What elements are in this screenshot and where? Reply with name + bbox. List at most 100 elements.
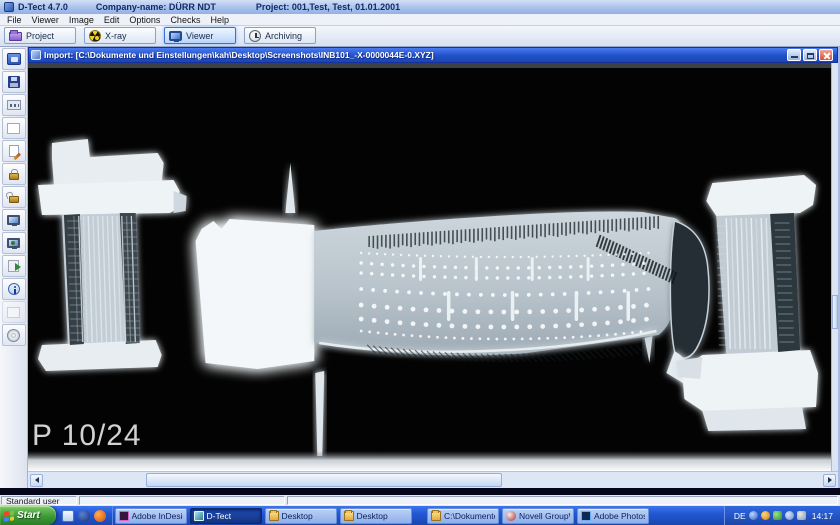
- tray-icon-4[interactable]: [785, 511, 794, 520]
- project-folder-icon: [9, 32, 22, 41]
- monitor-user-icon: [7, 238, 20, 248]
- menu-help[interactable]: Help: [205, 15, 234, 25]
- main-area: Import: [C:\Dokumente und Einstellungen\…: [0, 47, 840, 488]
- windows-taskbar: Start Adobe InDesign CS3 D-Tect Desktop …: [0, 506, 840, 525]
- toolbar-button-info[interactable]: [2, 278, 26, 300]
- tab-archiving[interactable]: Archiving: [244, 27, 316, 44]
- left-toolbar: [0, 47, 28, 488]
- menu-options[interactable]: Options: [124, 15, 165, 25]
- browser-icon[interactable]: [94, 510, 106, 522]
- vertical-scrollbar[interactable]: [831, 63, 838, 471]
- language-indicator[interactable]: DE: [734, 511, 746, 521]
- viewer-monitor-icon: [169, 31, 182, 41]
- app-title: D-Tect 4.7.0: [18, 2, 68, 12]
- groupwise-icon: [506, 511, 516, 521]
- radiation-icon: [89, 30, 101, 42]
- status-user-cell: Standard user: [1, 496, 77, 505]
- toolbar-button-send[interactable]: [2, 255, 26, 277]
- import-window-title-bar[interactable]: Import: [C:\Dokumente und Einstellungen\…: [28, 47, 838, 63]
- unlock-icon: [9, 196, 19, 203]
- taskbar-button-indesign[interactable]: Adobe InDesign CS3: [115, 508, 187, 524]
- taskbar-button-desktop-2[interactable]: Desktop: [340, 508, 412, 524]
- menu-viewer[interactable]: Viewer: [27, 15, 64, 25]
- start-button[interactable]: Start: [0, 506, 56, 525]
- taskbar-button-dokumente[interactable]: C:\Dokumente und Ei...: [427, 508, 499, 524]
- archiving-clock-icon: [249, 30, 261, 42]
- messenger-icon[interactable]: [78, 510, 90, 522]
- toolbar-button-blank-frame[interactable]: [2, 117, 26, 139]
- quick-launch-bar: [56, 506, 113, 525]
- import-image-icon: [7, 53, 21, 65]
- status-user-label: Standard user: [6, 496, 59, 506]
- close-icon[interactable]: [819, 49, 833, 61]
- toolbar-button-import-image[interactable]: [2, 48, 26, 70]
- tab-project-label: Project: [26, 31, 54, 41]
- tray-icon-1[interactable]: [749, 511, 758, 520]
- film-bottom-edge: [28, 451, 831, 471]
- menu-edit[interactable]: Edit: [99, 15, 125, 25]
- scroll-left-arrow-icon[interactable]: [30, 474, 43, 487]
- menu-image[interactable]: Image: [64, 15, 99, 25]
- company-name-label: Company-name: DÜRR NDT: [96, 2, 216, 12]
- menu-file[interactable]: File: [2, 15, 27, 25]
- window-bottom-border: [0, 488, 840, 495]
- tab-viewer[interactable]: Viewer: [164, 27, 236, 44]
- taskbar-button-groupwise[interactable]: Novell GroupWise - N...: [502, 508, 574, 524]
- import-window-title: Import: [C:\Dokumente und Einstellungen\…: [44, 50, 784, 60]
- send-icon: [8, 260, 19, 272]
- taskbar-button-desktop-1[interactable]: Desktop: [265, 508, 337, 524]
- toolbar-button-save[interactable]: [2, 71, 26, 93]
- tab-archiving-label: Archiving: [265, 31, 302, 41]
- menu-checks[interactable]: Checks: [165, 15, 205, 25]
- title-bar: D-Tect 4.7.0 Company-name: DÜRR NDT Proj…: [0, 0, 840, 14]
- system-tray: DE 14:17: [724, 506, 840, 525]
- horizontal-scrollbar-thumb[interactable]: [146, 473, 502, 487]
- vertical-scrollbar-thumb[interactable]: [832, 295, 838, 329]
- save-icon: [8, 76, 20, 88]
- monitor-icon: [7, 215, 20, 225]
- dtect-application-window: D-Tect 4.7.0 Company-name: DÜRR NDT Proj…: [0, 0, 840, 525]
- status-bar: Standard user: [0, 495, 840, 506]
- toolbar-button-disabled: [2, 301, 26, 323]
- dtect-icon: [194, 511, 204, 521]
- toolbar-button-lock[interactable]: [2, 163, 26, 185]
- indesign-icon: [119, 511, 129, 521]
- menu-bar: File Viewer Image Edit Options Checks He…: [0, 14, 840, 26]
- folder-icon: [269, 511, 279, 521]
- start-button-label: Start: [17, 510, 40, 521]
- taskbar-button-photoshop[interactable]: Adobe Photoshop CS...: [577, 508, 649, 524]
- status-cell-2: [79, 496, 285, 505]
- scroll-right-arrow-icon[interactable]: [823, 474, 836, 487]
- import-window-icon: [31, 50, 41, 60]
- tray-icon-3[interactable]: [773, 511, 782, 520]
- tab-xray[interactable]: X-ray: [84, 27, 156, 44]
- project-label: Project: 001,Test, Test, 01.01.2001: [256, 2, 400, 12]
- toolbar-button-monitor[interactable]: [2, 209, 26, 231]
- tab-project[interactable]: Project: [4, 27, 76, 44]
- xray-image-canvas[interactable]: P 10/24: [28, 63, 831, 471]
- restore-icon[interactable]: [803, 49, 817, 61]
- exposure-counter-overlay: P 10/24: [32, 419, 142, 452]
- tab-xray-label: X-ray: [105, 31, 127, 41]
- minimize-icon[interactable]: [787, 49, 801, 61]
- disabled-icon: [7, 307, 20, 318]
- id-plate-icon: [7, 100, 21, 110]
- status-cell-3: [287, 496, 838, 505]
- info-icon: [8, 283, 20, 295]
- main-tab-bar: Project X-ray Viewer Archiving: [0, 26, 840, 47]
- photoshop-icon: [581, 511, 591, 521]
- blank-frame-icon: [7, 123, 20, 134]
- internet-icon[interactable]: [62, 510, 74, 522]
- toolbar-button-monitor-user[interactable]: [2, 232, 26, 254]
- toolbar-button-cd-burn[interactable]: [2, 324, 26, 346]
- toolbar-button-id-plate[interactable]: [2, 94, 26, 116]
- taskbar-button-dtect[interactable]: D-Tect: [190, 508, 262, 524]
- taskbar-clock: 14:17: [812, 511, 833, 521]
- annotate-icon: [9, 145, 19, 157]
- toolbar-button-unlock[interactable]: [2, 186, 26, 208]
- dtect-app-icon: [4, 2, 14, 12]
- horizontal-scrollbar[interactable]: [28, 471, 838, 488]
- tray-icon-5[interactable]: [797, 511, 806, 520]
- tray-icon-2[interactable]: [761, 511, 770, 520]
- toolbar-button-annotate[interactable]: [2, 140, 26, 162]
